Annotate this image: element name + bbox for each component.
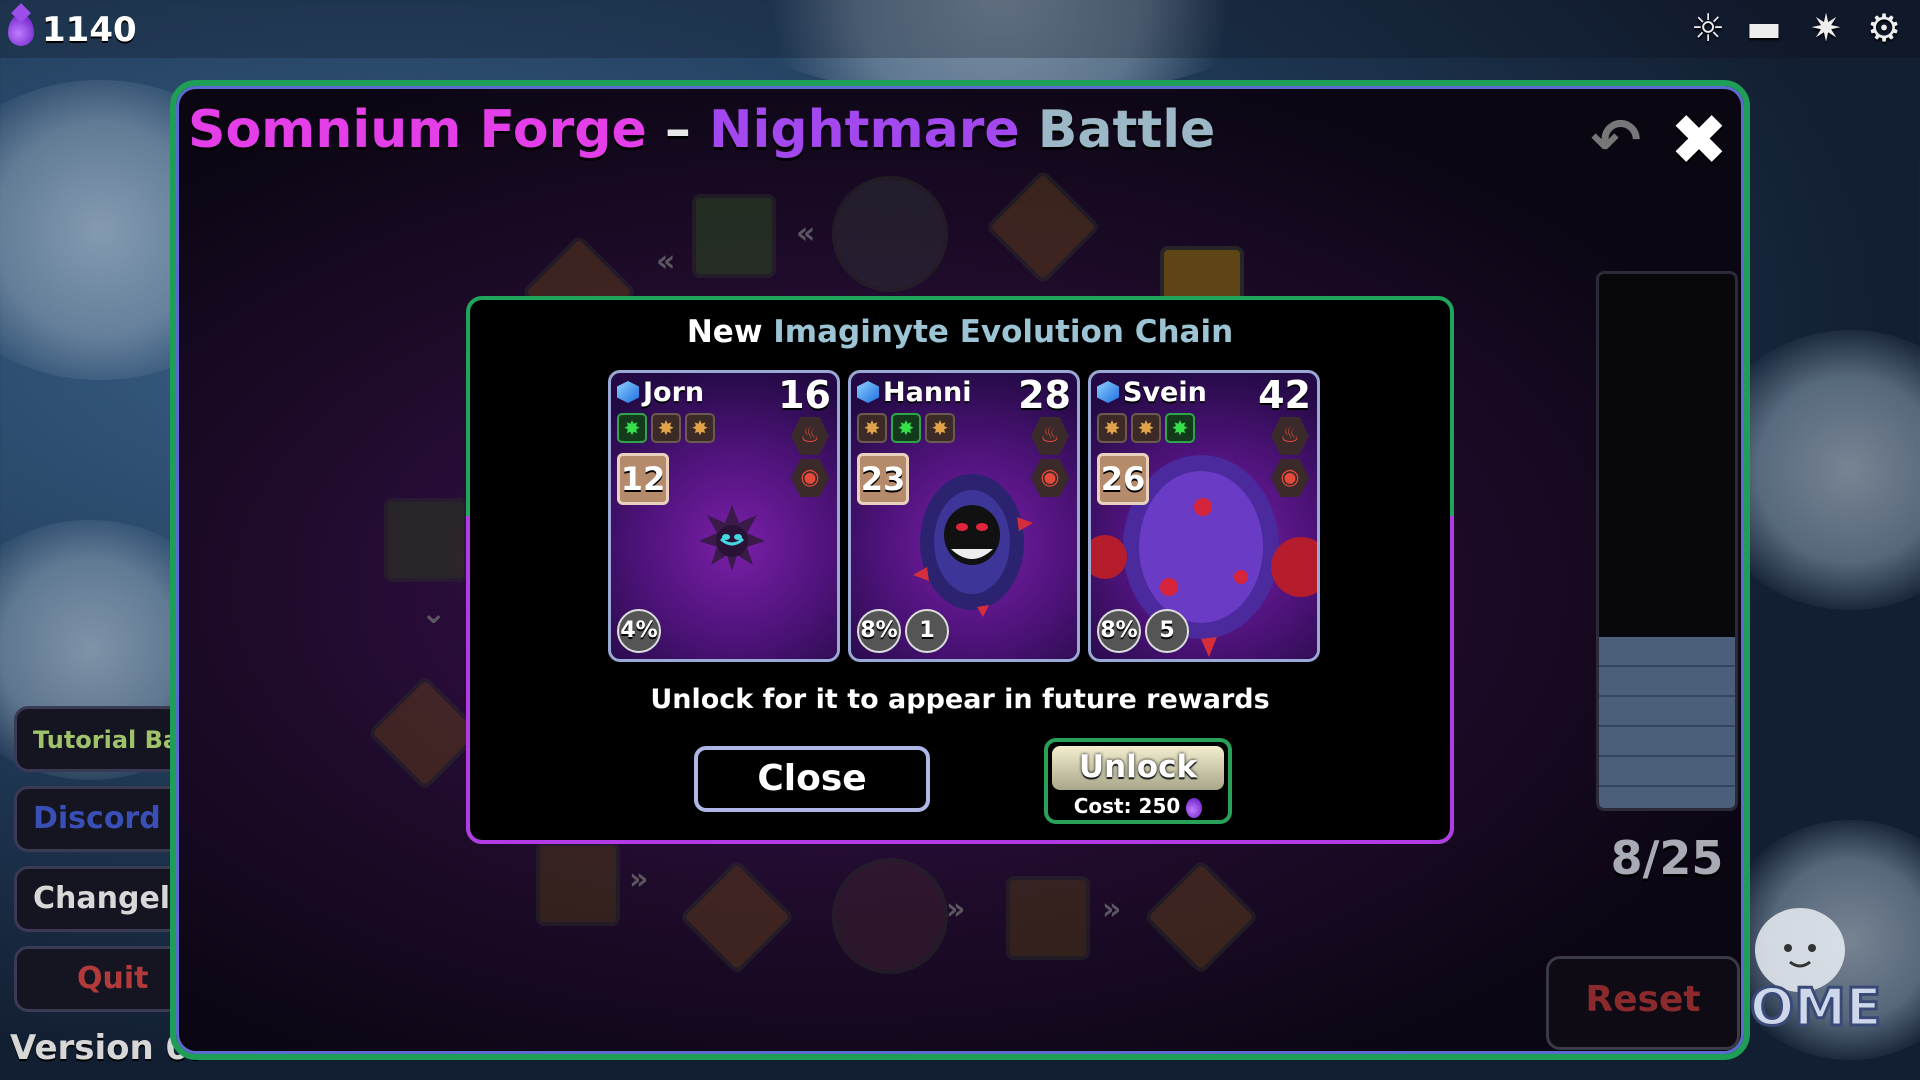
star-slot-icon: ✸ [857, 413, 887, 443]
progress-text: 8/25 [1610, 831, 1724, 885]
changelog-label: Changelog [33, 881, 181, 916]
quit-label: Quit [77, 961, 149, 996]
unlock-cost-text: Cost: 250 [1073, 794, 1181, 818]
card-attack: 26 [1097, 453, 1149, 505]
dream-essence-icon [1186, 797, 1203, 818]
fire-element-icon: ♨ [791, 417, 829, 455]
creature-card-hanni[interactable]: Hanni 28 ✸ ✸ ✸ ♨ ◉ 23 8% 1 [848, 370, 1080, 662]
card-stat-percent: 4% [617, 609, 661, 653]
currency-amount: 1140 [42, 10, 137, 50]
card-level: 16 [778, 373, 831, 417]
svg-text:OME: OME [1750, 978, 1881, 1038]
fire-element-icon: ♨ [1031, 417, 1069, 455]
path-node[interactable] [832, 858, 948, 974]
unlock-cost: Cost: 250 [1048, 794, 1228, 818]
card-attack: 12 [617, 453, 669, 505]
path-arrow-icon: ⌄ [421, 596, 447, 631]
close-icon[interactable]: ✖ [1666, 105, 1732, 175]
path-node[interactable] [985, 169, 1101, 285]
path-node[interactable] [1006, 876, 1090, 960]
progress-bar [1596, 271, 1738, 811]
settings-icon[interactable]: ⚙ [1862, 6, 1906, 50]
discord-button[interactable]: Discord [14, 786, 184, 852]
discord-label: Discord [33, 801, 161, 836]
path-arrow-icon: » [946, 892, 966, 927]
path-arrow-icon: « [796, 216, 816, 251]
card-slots: ✸ ✸ ✸ [617, 413, 715, 443]
path-node[interactable] [536, 842, 620, 926]
rarity-gem-icon [857, 381, 879, 403]
path-node[interactable] [384, 498, 468, 582]
forge-title-mode: Nightmare [709, 100, 1020, 160]
quit-button[interactable]: Quit [14, 946, 184, 1012]
unlock-button[interactable]: Unlock Cost: 250 [1044, 738, 1232, 824]
modal-title-chain: Imaginyte Evolution Chain [773, 314, 1234, 350]
close-button[interactable]: Close [694, 746, 930, 812]
top-bar: 1140 ☼ ▬ ✷ ⚙ [0, 0, 1920, 58]
tutorial-battle-button[interactable]: Tutorial Battle [14, 706, 184, 772]
star-slot-icon: ✸ [891, 413, 921, 443]
studio-logo: OME [1749, 908, 1883, 1040]
eye-element-icon: ◉ [791, 459, 829, 497]
forge-title-name: Somnium Forge [188, 100, 647, 160]
modal-subtitle: Unlock for it to appear in future reward… [650, 684, 1270, 715]
star-slot-icon: ✸ [1165, 413, 1195, 443]
card-level: 28 [1018, 373, 1071, 417]
card-name: Svein [1123, 377, 1207, 408]
card-stat-count: 5 [1145, 609, 1189, 653]
path-node[interactable] [679, 859, 795, 975]
lightbulb-icon[interactable]: ☼ [1686, 6, 1730, 50]
card-name: Hanni [883, 377, 972, 408]
star-slot-icon: ✸ [1131, 413, 1161, 443]
forge-title: Somnium Forge – Nightmare Battle [188, 100, 1215, 160]
evolution-chain-modal: New Imaginyte Evolution Chain Jorn 16 ✸ … [466, 296, 1454, 844]
card-slots: ✸ ✸ ✸ [857, 413, 955, 443]
modal-title: New Imaginyte Evolution Chain [470, 314, 1450, 350]
creature-card-jorn[interactable]: Jorn 16 ✸ ✸ ✸ ♨ ◉ 12 4% [608, 370, 840, 662]
dream-essence-icon [8, 14, 34, 46]
card-slots: ✸ ✸ ✸ [1097, 413, 1195, 443]
star-slot-icon: ✸ [617, 413, 647, 443]
back-arrow-icon[interactable]: ↶ [1581, 111, 1651, 171]
card-level: 42 [1258, 373, 1311, 417]
card-stat-count: 1 [905, 609, 949, 653]
path-node[interactable] [1143, 859, 1259, 975]
path-arrow-icon: » [629, 862, 649, 897]
card-attack: 23 [857, 453, 909, 505]
changelog-button[interactable]: Changelog [14, 866, 184, 932]
forge-title-battle: Battle [1019, 100, 1216, 160]
rarity-gem-icon [1097, 381, 1119, 403]
progress-fill [1599, 637, 1735, 808]
unlock-label: Unlock [1052, 746, 1224, 790]
creature-card-svein[interactable]: Svein 42 ✸ ✸ ✸ ♨ ◉ 26 8% 5 [1088, 370, 1320, 662]
card-name: Jorn [643, 377, 705, 408]
tutorial-battle-label: Tutorial Battle [33, 726, 181, 754]
rarity-gem-icon [617, 381, 639, 403]
star-slot-icon: ✸ [651, 413, 681, 443]
star-slot-icon: ✸ [1097, 413, 1127, 443]
path-node[interactable] [692, 194, 776, 278]
anvil-icon[interactable]: ▬ [1742, 6, 1786, 50]
modal-title-prefix: New [686, 314, 774, 350]
spellbook-icon[interactable]: ✷ [1804, 6, 1848, 50]
reset-button[interactable]: Reset [1546, 956, 1740, 1050]
star-slot-icon: ✸ [925, 413, 955, 443]
creature-hanni-icon [913, 474, 1033, 617]
path-arrow-icon: » [1102, 892, 1122, 927]
currency-display: 1140 [8, 10, 137, 50]
card-stat-percent: 8% [1097, 609, 1141, 653]
creature-jorn-icon [699, 505, 765, 571]
card-stat-percent: 8% [857, 609, 901, 653]
path-node[interactable] [832, 176, 948, 292]
forge-title-dash: – [646, 100, 710, 160]
star-slot-icon: ✸ [685, 413, 715, 443]
path-arrow-icon: « [656, 244, 676, 279]
